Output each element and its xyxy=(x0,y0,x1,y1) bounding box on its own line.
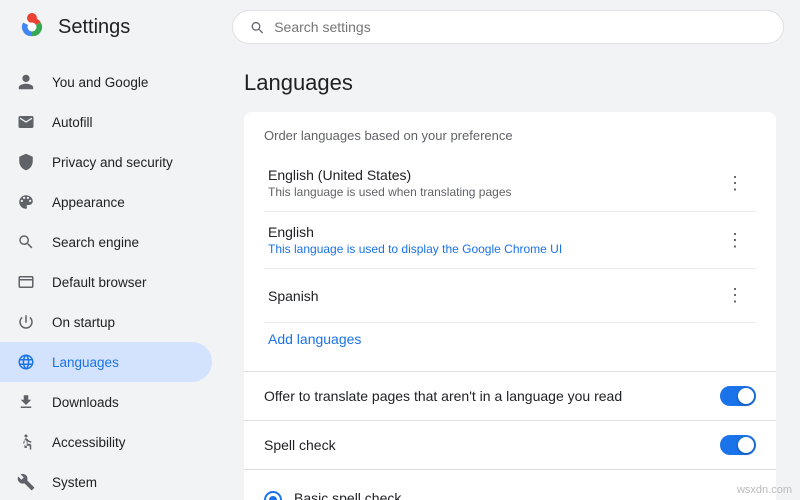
language-desc-english-us: This language is used when translating p… xyxy=(268,185,512,199)
sidebar-label-appearance: Appearance xyxy=(52,195,125,210)
sidebar-label-privacy-security: Privacy and security xyxy=(52,155,173,170)
appearance-icon xyxy=(16,192,36,212)
sidebar-item-search-engine[interactable]: Search engine xyxy=(0,222,212,262)
sidebar-item-languages[interactable]: Languages xyxy=(0,342,212,382)
content-area: Languages Order languages based on your … xyxy=(220,54,800,500)
person-icon xyxy=(16,72,36,92)
add-languages-button[interactable]: Add languages xyxy=(264,323,365,355)
sidebar-item-on-startup[interactable]: On startup xyxy=(0,302,212,342)
sidebar-item-downloads[interactable]: Downloads xyxy=(0,382,212,422)
sidebar-item-autofill[interactable]: Autofill xyxy=(0,102,212,142)
sidebar: You and Google Autofill Privacy and secu… xyxy=(0,54,220,500)
search-bar xyxy=(232,10,784,44)
language-desc-english: This language is used to display the Goo… xyxy=(268,242,562,256)
offer-translate-toggle[interactable] xyxy=(720,386,756,406)
spell-check-toggle[interactable] xyxy=(720,435,756,455)
globe-icon xyxy=(16,352,36,372)
spell-check-row: Spell check xyxy=(244,421,776,470)
sidebar-item-default-browser[interactable]: Default browser xyxy=(0,262,212,302)
browser-icon xyxy=(16,272,36,292)
shield-icon xyxy=(16,152,36,172)
sidebar-label-system: System xyxy=(52,475,97,490)
offer-translate-row: Offer to translate pages that aren't in … xyxy=(244,372,776,421)
logo-area: Settings xyxy=(16,11,216,43)
sidebar-label-downloads: Downloads xyxy=(52,395,119,410)
chrome-logo-icon xyxy=(16,11,48,43)
spell-check-label: Spell check xyxy=(264,437,336,453)
top-bar: Settings xyxy=(0,0,800,54)
language-row-english-us: English (United States) This language is… xyxy=(264,155,756,212)
sidebar-label-languages: Languages xyxy=(52,355,119,370)
power-icon xyxy=(16,312,36,332)
language-menu-english-us[interactable]: ⋮ xyxy=(718,169,752,198)
spell-check-section: Basic spell check Enhanced spell check U… xyxy=(244,470,776,500)
language-name-spanish: Spanish xyxy=(268,288,319,304)
download-icon xyxy=(16,392,36,412)
sidebar-item-privacy-security[interactable]: Privacy and security xyxy=(0,142,212,182)
content-title: Languages xyxy=(244,70,776,96)
language-menu-spanish[interactable]: ⋮ xyxy=(718,281,752,310)
main-layout: You and Google Autofill Privacy and secu… xyxy=(0,54,800,500)
language-row-english: English This language is used to display… xyxy=(264,212,756,269)
search-engine-icon xyxy=(16,232,36,252)
language-name-english-us: English (United States) xyxy=(268,167,512,183)
offer-translate-label: Offer to translate pages that aren't in … xyxy=(264,388,622,404)
basic-spell-check-info: Basic spell check xyxy=(294,490,401,500)
search-input[interactable] xyxy=(274,19,767,35)
basic-spell-check-row: Basic spell check xyxy=(264,482,756,500)
search-wrapper xyxy=(232,10,784,44)
language-info-english-us: English (United States) This language is… xyxy=(268,167,512,199)
search-icon xyxy=(249,19,264,35)
basic-spell-check-radio[interactable] xyxy=(264,491,282,500)
sidebar-label-default-browser: Default browser xyxy=(52,275,147,290)
order-label: Order languages based on your preference xyxy=(264,128,756,143)
sidebar-item-system[interactable]: System xyxy=(0,462,212,500)
language-row-spanish: Spanish ⋮ xyxy=(264,269,756,323)
page-title: Settings xyxy=(58,16,130,39)
languages-order-section: Order languages based on your preference… xyxy=(244,112,776,372)
sidebar-label-search-engine: Search engine xyxy=(52,235,139,250)
watermark: wsxdn.com xyxy=(737,484,792,496)
languages-card: Order languages based on your preference… xyxy=(244,112,776,500)
sidebar-label-you-and-google: You and Google xyxy=(52,75,148,90)
sidebar-item-you-and-google[interactable]: You and Google xyxy=(0,62,212,102)
system-icon xyxy=(16,472,36,492)
accessibility-icon xyxy=(16,432,36,452)
language-name-english: English xyxy=(268,224,562,240)
autofill-icon xyxy=(16,112,36,132)
language-info-spanish: Spanish xyxy=(268,288,319,304)
basic-spell-check-label: Basic spell check xyxy=(294,490,401,500)
sidebar-label-autofill: Autofill xyxy=(52,115,93,130)
sidebar-label-accessibility: Accessibility xyxy=(52,435,126,450)
sidebar-label-on-startup: On startup xyxy=(52,315,115,330)
language-menu-english[interactable]: ⋮ xyxy=(718,226,752,255)
sidebar-item-accessibility[interactable]: Accessibility xyxy=(0,422,212,462)
language-info-english: English This language is used to display… xyxy=(268,224,562,256)
sidebar-item-appearance[interactable]: Appearance xyxy=(0,182,212,222)
